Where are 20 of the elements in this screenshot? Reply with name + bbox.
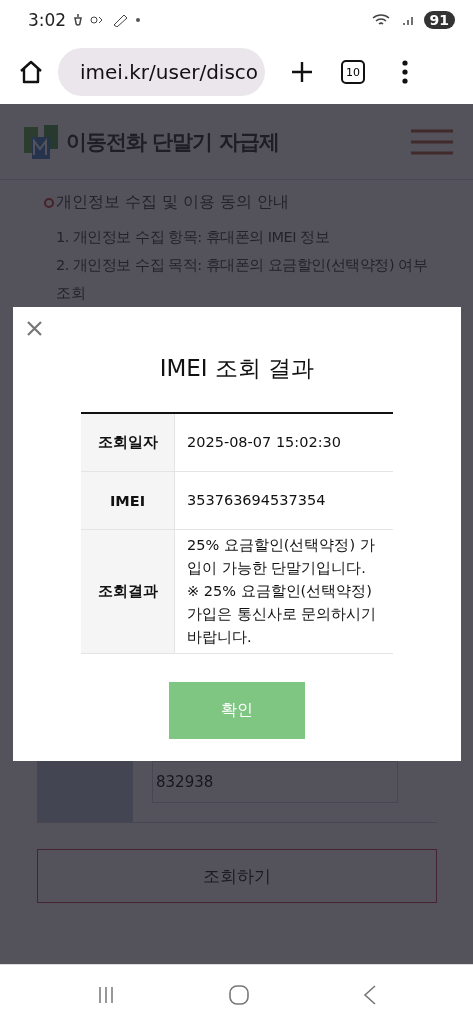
menu-icon[interactable] bbox=[401, 60, 409, 85]
table-cell: 2025-08-07 15:02:30 bbox=[174, 413, 393, 472]
tab-count[interactable]: 10 bbox=[341, 60, 365, 85]
table-header-cell: IMEI bbox=[81, 471, 175, 530]
table-header-cell: 조회결과 bbox=[81, 529, 175, 654]
dialog-title: IMEI 조회 결과 bbox=[159, 354, 315, 384]
home-button-icon[interactable] bbox=[228, 983, 251, 1006]
battery-level: 91 bbox=[423, 10, 455, 29]
pencil-icon bbox=[112, 12, 129, 27]
home-icon[interactable] bbox=[18, 59, 44, 86]
plug-icon bbox=[74, 12, 83, 27]
table-cell: 353763694537354 bbox=[174, 471, 393, 530]
new-tab-icon[interactable] bbox=[291, 61, 313, 84]
back-icon[interactable] bbox=[362, 983, 377, 1006]
status-time: 3:02 bbox=[28, 9, 67, 30]
dot-icon bbox=[136, 17, 141, 22]
table-cell: 25% 요금할인(선택약정) 가입이 가능한 단말기입니다. ※ 25% 요금할인(선택약정) 가입은 통신사로 문의하시기 바랍니다. bbox=[174, 529, 393, 654]
table-header-cell: 조회일자 bbox=[81, 413, 175, 472]
close-icon[interactable] bbox=[27, 321, 42, 337]
address-bar[interactable]: imei.kr/user/disco bbox=[58, 48, 265, 97]
